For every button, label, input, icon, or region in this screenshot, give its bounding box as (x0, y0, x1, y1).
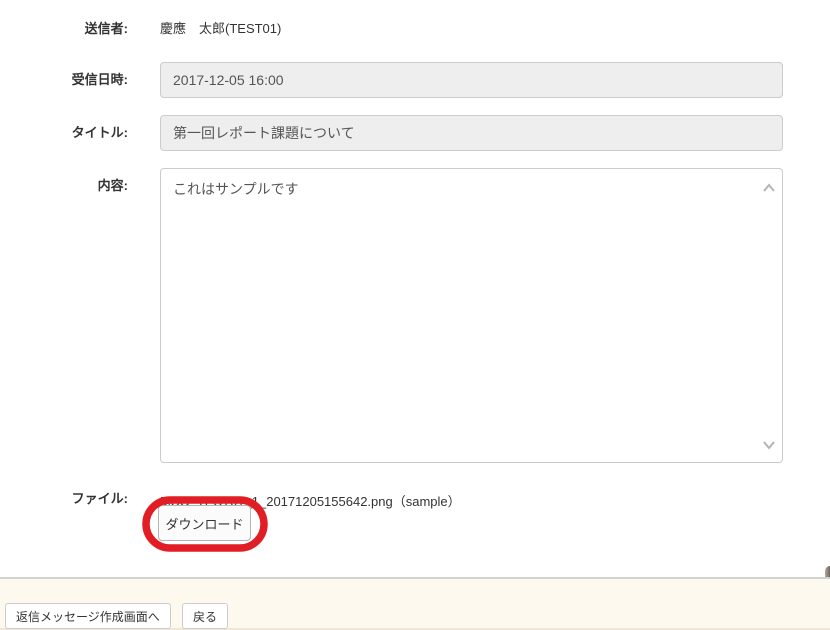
file-label: ファイル: (0, 491, 128, 507)
footer-action-bar: 返信メッセージ作成画面へ 戻る (0, 577, 830, 630)
title-label: タイトル: (0, 125, 128, 141)
message-detail-page: 送信者: 慶應 太郎(TEST01) 受信日時: タイトル: 内容: これはサン… (0, 0, 830, 630)
chevron-up-icon[interactable] (761, 181, 777, 193)
reply-message-button[interactable]: 返信メッセージ作成画面へ (5, 603, 171, 629)
body-textarea[interactable]: これはサンプルです (160, 168, 783, 463)
sender-value: 慶應 太郎(TEST01) (160, 21, 281, 37)
title-input (160, 115, 783, 151)
download-button[interactable]: ダウンロード (158, 505, 251, 541)
received-input (160, 62, 783, 98)
back-button[interactable]: 戻る (182, 603, 228, 629)
sender-label: 送信者: (0, 21, 128, 37)
chevron-down-icon[interactable] (761, 438, 777, 450)
body-text: これはサンプルです (173, 179, 758, 199)
received-label: 受信日時: (0, 72, 128, 88)
body-label: 内容: (0, 178, 128, 194)
